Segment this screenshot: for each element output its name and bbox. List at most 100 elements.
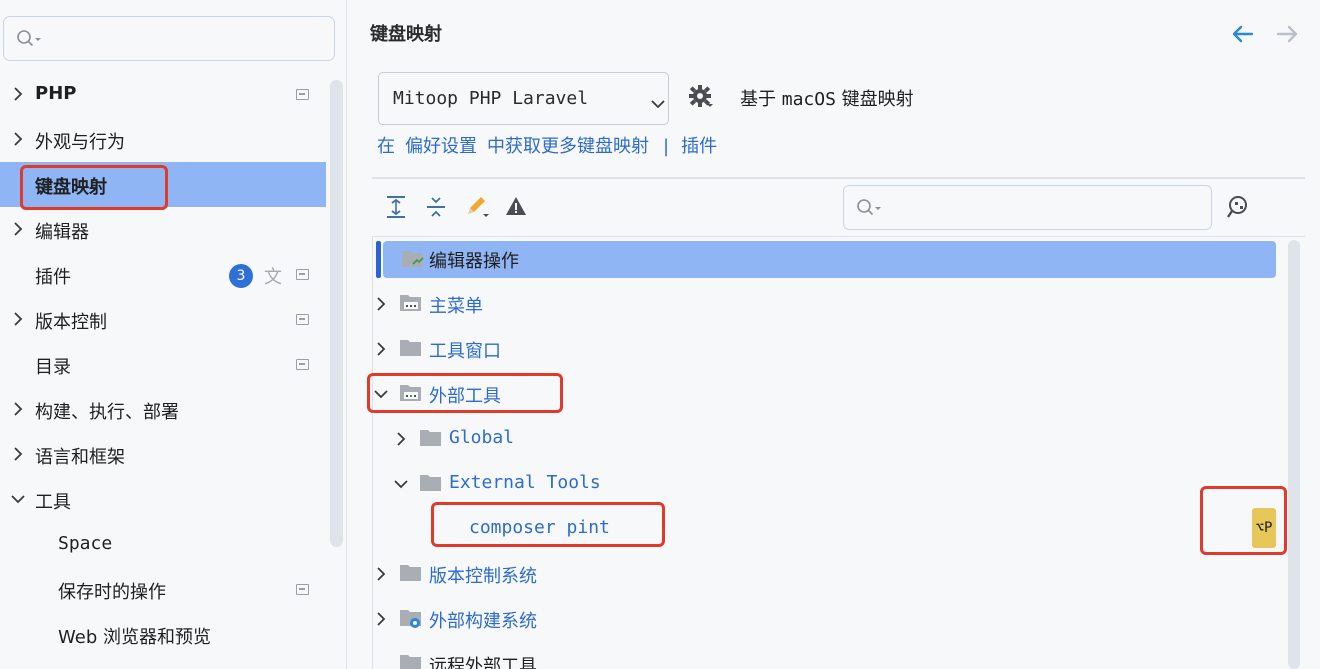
- tree-row-remote-external-tools[interactable]: 远程外部工具: [373, 642, 1283, 669]
- menu-folder-icon: [399, 293, 421, 311]
- sidebar-item-keymap[interactable]: 键盘映射: [0, 162, 326, 207]
- tree-row-editor-actions[interactable]: 编辑器操作: [383, 241, 1276, 278]
- chevron-right-icon[interactable]: [10, 221, 26, 237]
- tree-row-label: 版本控制系统: [429, 566, 537, 587]
- based-on-os: macOS: [781, 89, 836, 110]
- editor-folder-icon: [401, 248, 424, 267]
- tree-row-global[interactable]: Global: [373, 417, 1283, 462]
- sidebar-item-editor[interactable]: 编辑器: [0, 207, 326, 252]
- sidebar-item-build-execution-deployment[interactable]: 构建、执行、部署: [0, 387, 326, 432]
- expand-all-icon[interactable]: [384, 194, 410, 220]
- tree-row-label: Global: [449, 427, 515, 448]
- chevron-right-icon[interactable]: [10, 131, 26, 147]
- sidebar-item-appearance[interactable]: 外观与行为: [0, 117, 326, 162]
- chevron-right-icon[interactable]: [373, 611, 389, 627]
- folder-icon: [419, 428, 441, 446]
- sidebar-item-label: 构建、执行、部署: [35, 402, 179, 423]
- collapse-all-icon[interactable]: [424, 194, 450, 220]
- gear-icon[interactable]: [688, 84, 714, 114]
- page-title: 键盘映射: [370, 24, 442, 45]
- settings-tree: PHP 外观与行为 键盘映射 编辑器 插件 3 文 版本控制 目录 构建、执行、…: [0, 72, 326, 657]
- tree-row-main-menu[interactable]: 主菜单: [373, 282, 1283, 327]
- sidebar-item-label: 键盘映射: [35, 177, 107, 198]
- get-more-keymaps-text: 中获取更多键盘映射: [487, 136, 649, 157]
- sidebar-item-label: Web 浏览器和预览: [58, 627, 211, 648]
- based-on-suffix: 键盘映射: [841, 89, 914, 110]
- tree-row-composer-pint[interactable]: composer pint: [373, 507, 1283, 552]
- tree-row-label: 编辑器操作: [429, 251, 519, 272]
- tree-row-tool-windows[interactable]: 工具窗口: [373, 327, 1283, 372]
- sidebar-item-languages-frameworks[interactable]: 语言和框架: [0, 432, 326, 477]
- keymap-select[interactable]: Mitoop PHP Laravel: [378, 72, 669, 125]
- links-separator: |: [663, 136, 670, 157]
- search-icon: [856, 198, 882, 222]
- selection-marker: [376, 241, 381, 278]
- edit-pencil-icon[interactable]: [464, 194, 490, 220]
- chevron-down-icon: [651, 94, 665, 113]
- back-arrow-icon[interactable]: [1231, 24, 1255, 48]
- tree-row-label: 外部工具: [429, 386, 501, 407]
- tree-row-label: 工具窗口: [429, 341, 501, 362]
- sidebar-item-label: 插件: [35, 267, 71, 288]
- based-on-text: 基于 macOS 键盘映射: [740, 85, 914, 111]
- actions-scrollbar[interactable]: [1288, 240, 1300, 669]
- preferences-link[interactable]: 偏好设置: [405, 136, 477, 157]
- sidebar-item-actions-on-save[interactable]: 保存时的操作: [0, 567, 326, 612]
- settings-search-input[interactable]: [3, 16, 335, 61]
- sidebar-item-space[interactable]: Space: [0, 522, 326, 567]
- sidebar-item-version-control[interactable]: 版本控制: [0, 297, 326, 342]
- project-level-icon: [296, 89, 309, 100]
- forward-arrow-icon[interactable]: [1275, 24, 1299, 48]
- chevron-right-icon[interactable]: [373, 296, 389, 312]
- folder-icon: [399, 653, 421, 669]
- sidebar-item-label: 语言和框架: [35, 447, 125, 468]
- chevron-right-icon[interactable]: [10, 86, 26, 102]
- sidebar-item-label: 版本控制: [35, 312, 107, 333]
- tree-row-external-build-systems[interactable]: 外部构建系统: [373, 597, 1283, 642]
- sidebar-item-label: PHP: [35, 83, 77, 104]
- tree-row-external-tools[interactable]: 外部工具: [373, 372, 1283, 417]
- shortcut-chip[interactable]: ⌥P: [1252, 508, 1276, 548]
- sidebar-item-web-browsers[interactable]: Web 浏览器和预览: [0, 612, 326, 657]
- sidebar-item-label: 编辑器: [35, 222, 89, 243]
- chevron-down-icon[interactable]: [373, 386, 389, 402]
- translate-icon: 文: [264, 267, 282, 288]
- sidebar-item-label: 工具: [35, 492, 71, 513]
- sidebar-item-directories[interactable]: 目录: [0, 342, 326, 387]
- tree-row-label: 外部构建系统: [429, 611, 537, 632]
- chevron-right-icon[interactable]: [10, 311, 26, 327]
- tree-row-label: External Tools: [449, 472, 601, 493]
- sidebar-item-plugins[interactable]: 插件 3 文: [0, 252, 326, 297]
- menu-folder-icon: [399, 383, 421, 401]
- chevron-down-icon[interactable]: [10, 491, 26, 507]
- search-icon: [16, 29, 42, 53]
- sidebar-item-label: 保存时的操作: [58, 582, 166, 603]
- chevron-right-icon[interactable]: [373, 566, 389, 582]
- keymap-panel: 键盘映射 Mitoop PHP Laravel 基于 macOS 键盘映射 在 …: [348, 0, 1320, 669]
- warning-icon[interactable]: [504, 194, 530, 220]
- find-by-shortcut-icon[interactable]: [1226, 193, 1252, 225]
- get-more-keymaps-links: 在偏好设置 中获取更多键盘映射 | 插件: [377, 132, 727, 158]
- sidebar-item-label: 外观与行为: [35, 132, 125, 153]
- sidebar-item-label: Space: [58, 533, 113, 554]
- divider: [372, 177, 1305, 179]
- folder-icon: [399, 563, 421, 581]
- project-level-icon: [296, 269, 309, 280]
- sidebar-item-php[interactable]: PHP: [0, 72, 326, 117]
- plugins-link[interactable]: 插件: [681, 136, 717, 157]
- sidebar-scrollbar[interactable]: [330, 80, 343, 547]
- actions-tree: 编辑器操作 主菜单 工具窗口 外部工具 Global External Tool…: [372, 236, 1305, 669]
- chevron-right-icon[interactable]: [393, 431, 409, 447]
- settings-sidebar: PHP 外观与行为 键盘映射 编辑器 插件 3 文 版本控制 目录 构建、执行、…: [0, 0, 347, 669]
- chevron-right-icon[interactable]: [10, 446, 26, 462]
- action-search-input[interactable]: [843, 185, 1212, 230]
- chevron-right-icon[interactable]: [10, 401, 26, 417]
- sidebar-item-tools[interactable]: 工具: [0, 477, 326, 522]
- project-level-icon: [296, 314, 309, 325]
- tree-row-external-tools-group[interactable]: External Tools: [373, 462, 1283, 507]
- chevron-down-icon[interactable]: [393, 476, 409, 492]
- chevron-right-icon[interactable]: [373, 341, 389, 357]
- tree-row-vcs[interactable]: 版本控制系统: [373, 552, 1283, 597]
- folder-icon: [419, 473, 441, 491]
- tree-row-label: 主菜单: [429, 296, 483, 317]
